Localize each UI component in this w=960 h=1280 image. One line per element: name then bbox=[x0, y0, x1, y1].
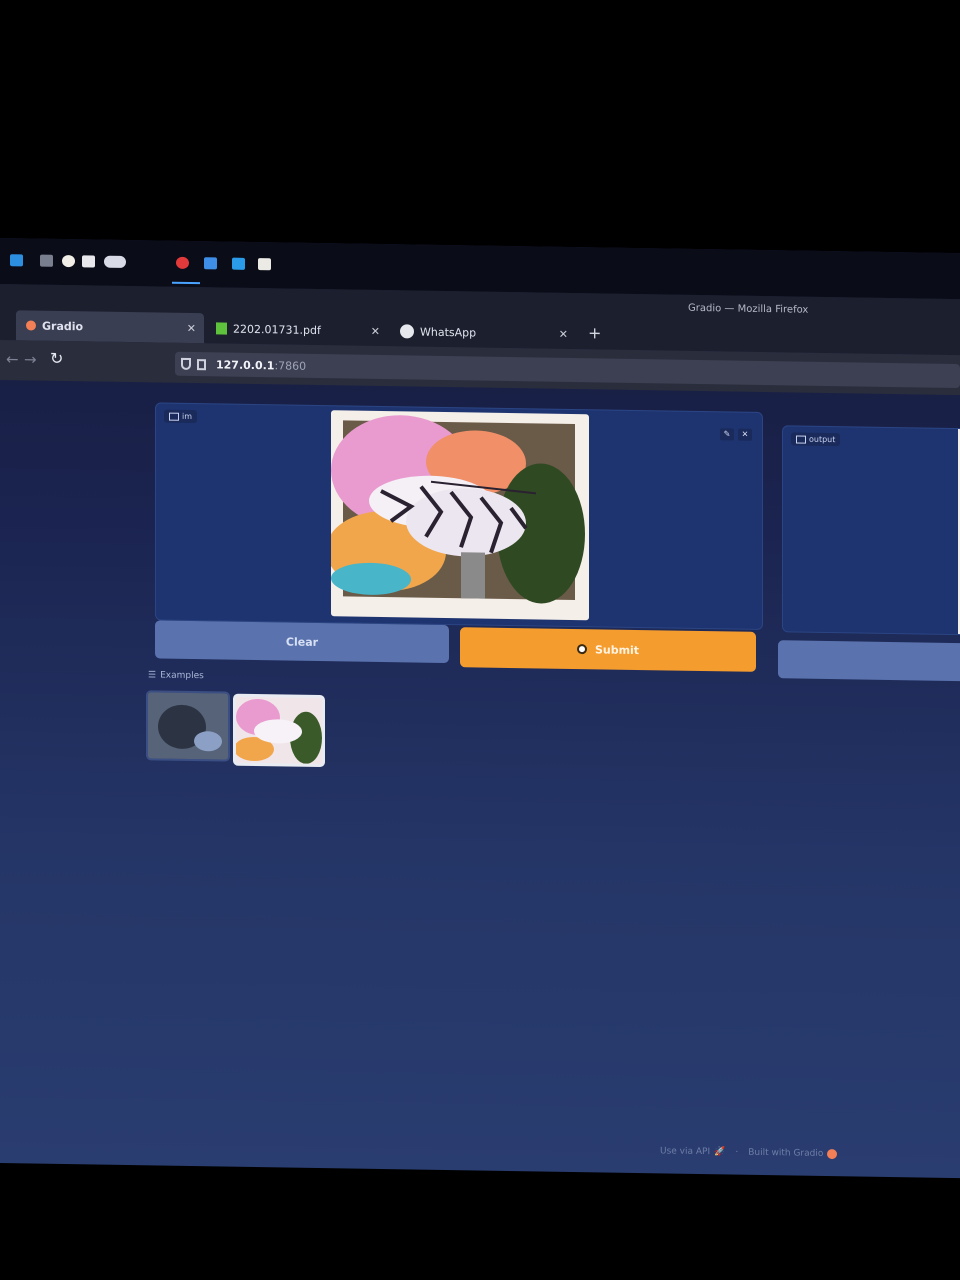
url-host: 127.0.0.1 bbox=[216, 357, 275, 372]
image-icon bbox=[169, 412, 179, 421]
input-image-block[interactable]: im ✎ ✕ bbox=[155, 402, 763, 630]
image-icon bbox=[796, 435, 806, 444]
close-icon[interactable]: ✕ bbox=[738, 428, 752, 441]
window-title: Gradio — Mozilla Firefox bbox=[688, 302, 809, 316]
example-thumbnail-selected[interactable] bbox=[233, 693, 325, 768]
tab-label: Gradio bbox=[42, 319, 84, 333]
gradio-logo-icon bbox=[26, 320, 36, 331]
forward-arrow-icon[interactable]: → bbox=[24, 350, 37, 368]
output-block: output bbox=[782, 425, 960, 636]
recording-app-icon[interactable] bbox=[176, 256, 189, 269]
input-block-label: im bbox=[164, 409, 198, 424]
tab-pdf[interactable]: 2202.01731.pdf ✕ bbox=[212, 313, 388, 346]
footer: Use via API 🚀 · Built with Gradio bbox=[660, 1146, 838, 1160]
list-icon: ☰ bbox=[148, 670, 157, 681]
page-icon bbox=[197, 358, 206, 370]
tab-gradio[interactable]: Gradio ✕ bbox=[16, 310, 204, 344]
output-block-label: output bbox=[791, 432, 841, 447]
example-thumbnail[interactable] bbox=[146, 690, 230, 762]
output-flag-button[interactable] bbox=[778, 640, 960, 682]
submit-button[interactable]: Submit bbox=[460, 627, 756, 672]
back-arrow-icon[interactable]: ← bbox=[6, 350, 19, 368]
monitor-screen: Gradio ✕ 2202.01731.pdf ✕ WhatsApp ✕ + G… bbox=[0, 238, 960, 1179]
clear-button[interactable]: Clear bbox=[155, 620, 449, 664]
footer-separator: · bbox=[735, 1147, 739, 1158]
tab-label: 2202.01731.pdf bbox=[233, 322, 321, 337]
shield-icon bbox=[181, 357, 191, 371]
built-with-gradio-link[interactable]: Built with Gradio bbox=[748, 1148, 823, 1159]
app-icon[interactable] bbox=[62, 254, 75, 268]
active-app-indicator bbox=[172, 281, 200, 285]
close-icon[interactable]: ✕ bbox=[187, 321, 196, 334]
vscode-icon[interactable] bbox=[232, 257, 245, 270]
close-icon[interactable]: ✕ bbox=[371, 324, 380, 337]
tab-whatsapp[interactable]: WhatsApp ✕ bbox=[396, 316, 576, 349]
uploaded-image bbox=[326, 410, 589, 621]
butterfly-thumbnail bbox=[234, 696, 322, 765]
cat-photo bbox=[148, 692, 228, 760]
pdf-file-icon bbox=[216, 322, 227, 335]
new-tab-button[interactable]: + bbox=[588, 323, 601, 342]
loading-icon bbox=[576, 644, 587, 655]
gradio-logo-icon bbox=[827, 1148, 838, 1160]
use-via-api-link[interactable]: Use via API bbox=[660, 1146, 710, 1157]
examples-label: ☰ Examples bbox=[148, 670, 204, 682]
tab-label: WhatsApp bbox=[420, 325, 477, 339]
butterfly-photo bbox=[326, 415, 585, 604]
app-icon[interactable] bbox=[258, 258, 271, 271]
edit-icon[interactable]: ✎ bbox=[720, 428, 734, 441]
windows-start-icon[interactable] bbox=[10, 254, 23, 267]
reload-icon[interactable]: ↻ bbox=[50, 349, 63, 368]
rocket-icon: 🚀 bbox=[714, 1147, 726, 1158]
app-icon[interactable] bbox=[82, 255, 95, 268]
task-view-icon[interactable] bbox=[40, 254, 53, 267]
close-icon[interactable]: ✕ bbox=[559, 327, 568, 340]
address-bar[interactable]: 127.0.0.1 :7860 bbox=[175, 351, 960, 389]
app-icon[interactable] bbox=[104, 255, 126, 268]
folder-icon[interactable] bbox=[204, 257, 217, 270]
whatsapp-icon bbox=[400, 324, 414, 339]
url-port: :7860 bbox=[274, 358, 307, 373]
